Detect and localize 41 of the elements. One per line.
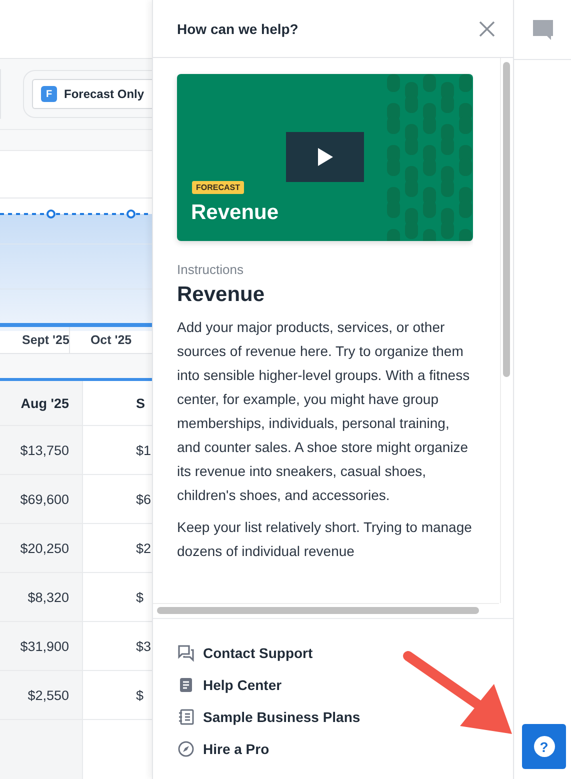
table-cell: $69,600: [0, 475, 83, 523]
column-header: Aug '25: [0, 381, 83, 425]
play-icon[interactable]: [286, 132, 364, 182]
section-label: Instructions: [177, 262, 244, 277]
column-header: S: [135, 394, 146, 412]
table-cell-text: $3: [135, 638, 152, 656]
table-cell: $2,550: [0, 671, 83, 719]
forecast-badge-icon: F: [41, 86, 57, 102]
leaf-pattern-icon: [385, 74, 473, 241]
section-heading: Revenue: [177, 283, 266, 307]
scrollbar-thumb[interactable]: [157, 607, 479, 614]
notebook-icon: [177, 708, 195, 726]
help-link[interactable]: Hire a Pro: [177, 739, 270, 759]
month-label: Sept '25: [21, 333, 70, 347]
table-cell: $31,900: [0, 622, 83, 670]
chat-icon[interactable]: [531, 18, 555, 42]
help-link[interactable]: Sample Business Plans: [177, 707, 360, 727]
help-link[interactable]: Help Center: [177, 675, 282, 695]
panel-title: How can we help?: [177, 20, 298, 36]
table-cell-text: $6: [135, 490, 152, 508]
table-cell: $13,750: [0, 426, 83, 474]
table-cell: $8,320: [0, 573, 83, 621]
scrollbar-thumb[interactable]: [502, 62, 510, 377]
video-tag: FORECAST: [192, 181, 244, 194]
forecast-only-button[interactable]: F Forecast Only: [32, 79, 152, 109]
instruction-paragraph: Add your major products, services, or other sources of revenue here. Try to organize them into sensible higher-level groups. With a fitness center, for example, you might have group memberships, individuals, personal training, and counter sales. A shoe store might organize its revenue into sneakers, casual shoes, children's shoes, and accessories.: [177, 318, 471, 505]
document-icon: [177, 676, 195, 694]
table-cell: $20,250: [0, 524, 83, 572]
close-icon[interactable]: [479, 20, 495, 36]
video-thumbnail[interactable]: FORECAST Revenue: [177, 74, 473, 241]
help-link[interactable]: Contact Support: [177, 643, 313, 663]
table-cell-text: $: [135, 588, 145, 606]
compass-icon: [177, 740, 195, 758]
instruction-paragraph: Keep your list relatively short. Trying to manage dozens of individual revenue: [177, 518, 473, 561]
table-cell-text: $: [135, 686, 145, 704]
chat-bubbles-icon: [177, 644, 195, 662]
table-cell-text: $2: [135, 540, 152, 558]
month-label: Oct '25: [69, 327, 132, 353]
help-button[interactable]: ?: [522, 724, 566, 769]
table-cell-text: $1: [135, 442, 152, 460]
video-title: Revenue: [191, 201, 279, 225]
